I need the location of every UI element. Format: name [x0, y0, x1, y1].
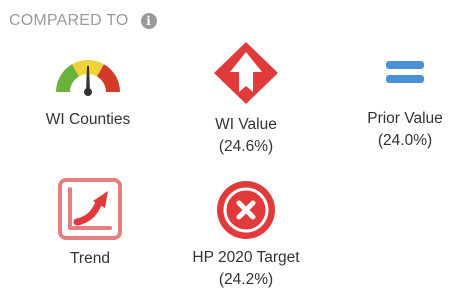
- item-value: (24.6%): [218, 138, 274, 155]
- item-label: WI Counties: [45, 111, 131, 128]
- comparison-wi-value[interactable]: WI Value (24.6%): [181, 40, 311, 157]
- item-label: Prior Value: [367, 110, 443, 127]
- item-label: WI Value: [215, 116, 277, 133]
- info-icon[interactable]: i: [140, 13, 157, 29]
- x-circle-icon: [217, 181, 275, 239]
- trend-up-icon: [58, 178, 122, 240]
- equals-icon: [386, 61, 424, 83]
- comparison-trend[interactable]: Trend: [25, 177, 155, 269]
- item-value: (24.0%): [377, 132, 433, 149]
- compared-to-header: COMPARED TO i: [9, 9, 157, 33]
- item-value: (24.2%): [218, 271, 274, 288]
- comparison-hp-2020-target[interactable]: HP 2020 Target (24.2%): [181, 180, 311, 290]
- item-label: HP 2020 Target: [192, 249, 300, 266]
- comparison-wi-counties[interactable]: WI Counties: [23, 52, 153, 130]
- arrow-up-diamond-icon: [214, 42, 278, 104]
- section-title: COMPARED TO: [9, 12, 129, 29]
- gauge-icon: [56, 60, 120, 96]
- item-label: Trend: [70, 250, 110, 267]
- comparison-prior-value[interactable]: Prior Value (24.0%): [340, 58, 452, 151]
